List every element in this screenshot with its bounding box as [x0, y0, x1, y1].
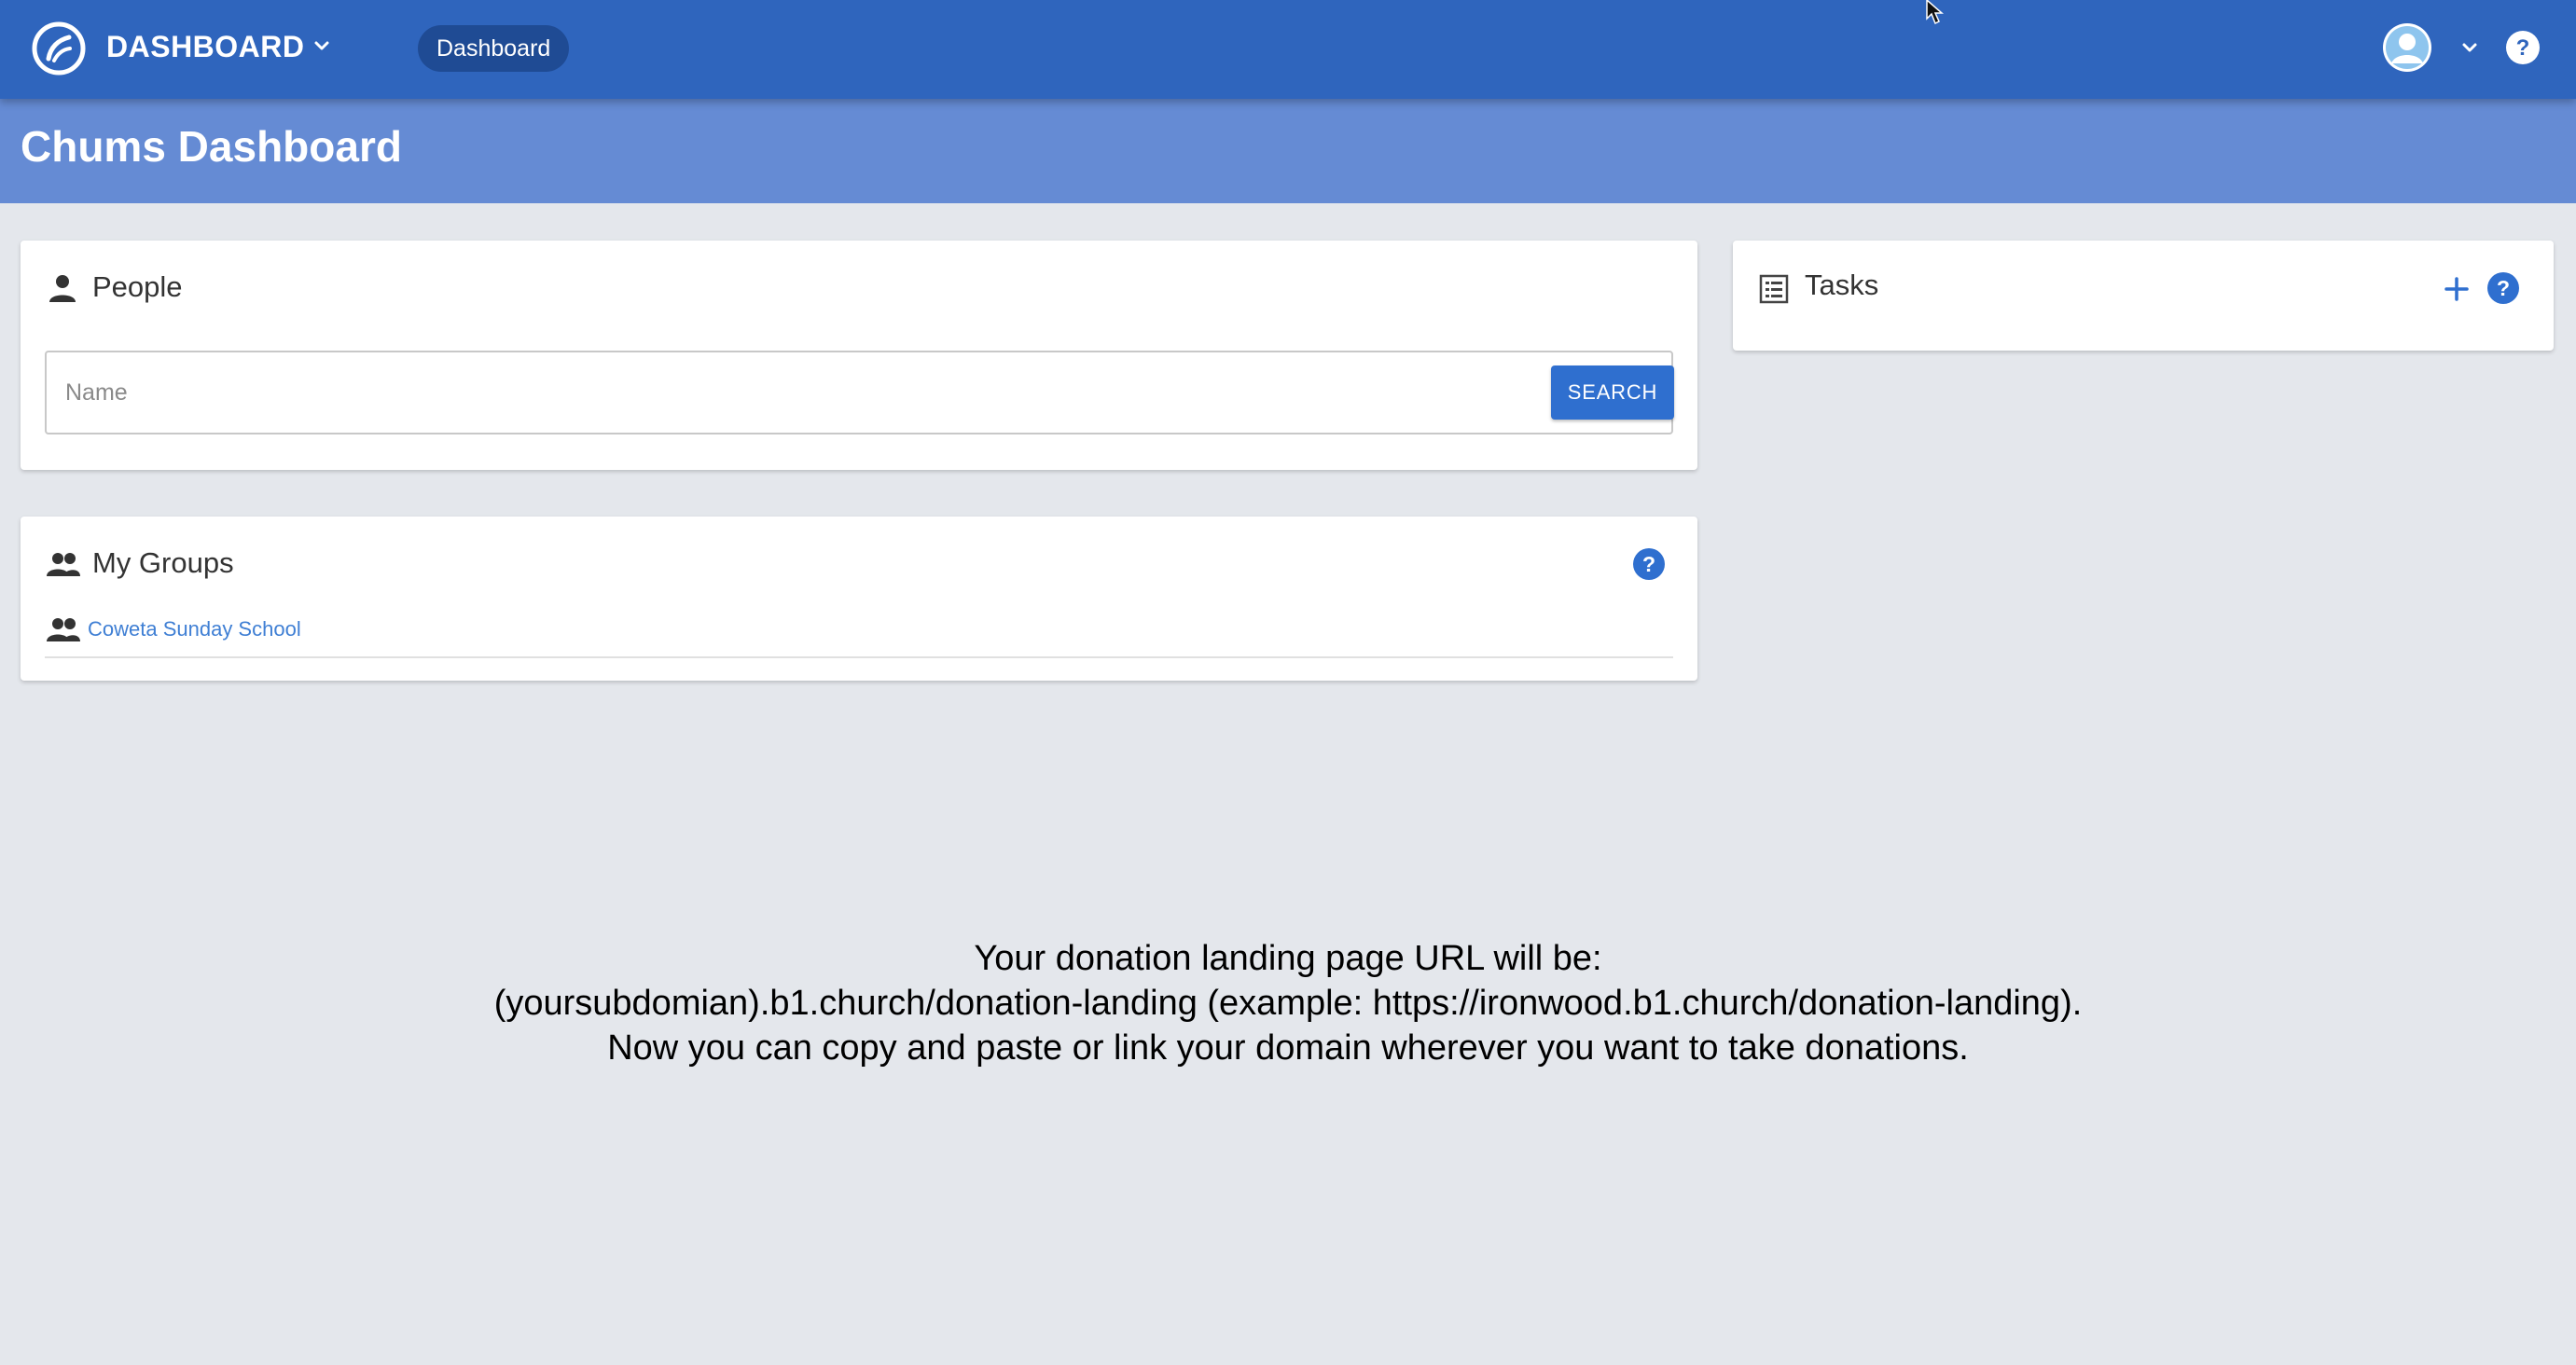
- person-icon: [45, 270, 80, 306]
- people-group-icon: [45, 546, 82, 584]
- my-groups-title: My Groups: [92, 546, 234, 579]
- avatar-icon[interactable]: [2382, 22, 2432, 73]
- caption-line-3: Now you can copy and paste or link your …: [607, 1028, 1969, 1068]
- page-title: Chums Dashboard: [21, 122, 402, 171]
- list-icon: [1757, 272, 1791, 306]
- list-item[interactable]: Coweta Sunday School: [45, 610, 1673, 658]
- mouse-cursor-icon: [1925, 0, 1949, 26]
- breadcrumb-dashboard[interactable]: Dashboard: [418, 25, 570, 72]
- svg-text:?: ?: [2497, 276, 2510, 300]
- user-menu-chevron-icon[interactable]: [2458, 35, 2482, 60]
- help-circle-icon[interactable]: ?: [2486, 271, 2520, 305]
- help-circle-icon[interactable]: ?: [1632, 547, 1666, 581]
- top-app-bar: DASHBOARD Dashboard ?: [0, 0, 2576, 99]
- caption-line-1: Your donation landing page URL will be:: [974, 939, 1602, 978]
- b1-logo-icon[interactable]: [32, 21, 86, 76]
- app-title[interactable]: DASHBOARD: [106, 30, 305, 64]
- people-card: People SEARCH: [21, 241, 1697, 470]
- svg-text:?: ?: [1642, 552, 1655, 576]
- my-groups-card: My Groups ? Coweta Sunday School: [21, 517, 1697, 681]
- svg-text:?: ?: [2516, 35, 2530, 61]
- tasks-card: Tasks ?: [1733, 241, 2554, 351]
- people-group-icon: [45, 612, 82, 649]
- tasks-title: Tasks: [1805, 269, 1879, 301]
- people-search-input[interactable]: [65, 371, 1502, 414]
- caption-line-2: (yoursubdomian).b1.church/donation-landi…: [493, 984, 2083, 1023]
- caption-overlay: Your donation landing page URL will be: …: [0, 936, 2576, 1070]
- page-header: Chums Dashboard: [0, 99, 2576, 203]
- people-search-box: SEARCH: [45, 351, 1674, 434]
- chevron-down-icon[interactable]: [310, 34, 334, 58]
- plus-icon[interactable]: [2440, 272, 2473, 306]
- people-title: People: [92, 270, 183, 303]
- search-button[interactable]: SEARCH: [1551, 365, 1674, 420]
- help-icon[interactable]: ?: [2505, 30, 2541, 65]
- page: DASHBOARD Dashboard ? Chums Dashboard Pe…: [0, 0, 2576, 1365]
- group-link[interactable]: Coweta Sunday School: [88, 617, 301, 641]
